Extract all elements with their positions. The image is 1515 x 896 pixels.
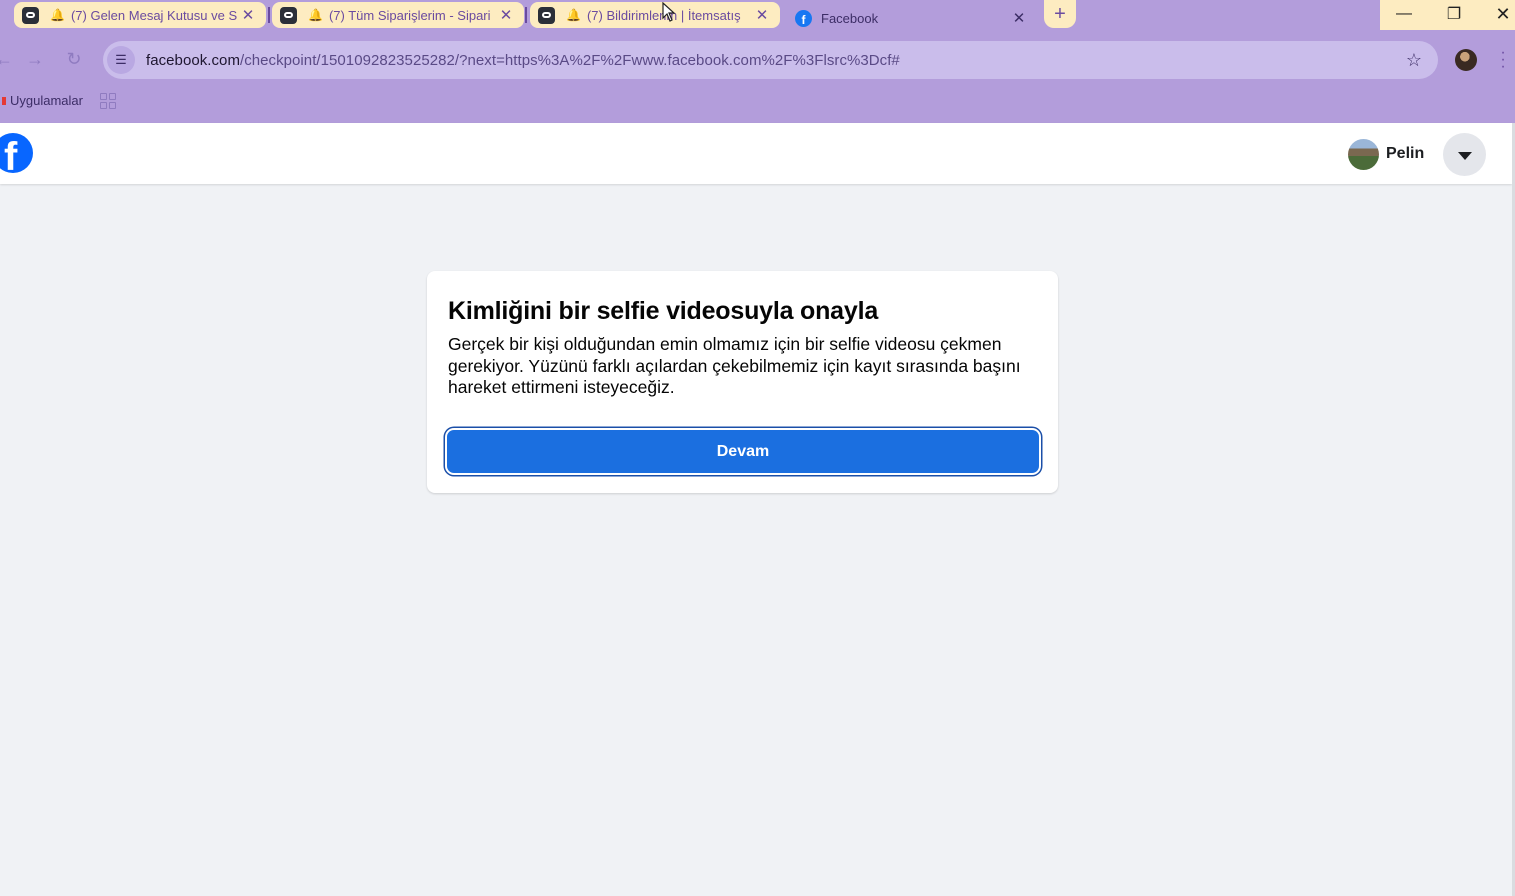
checkpoint-card: Kimliğini bir selfie videosuyla onayla G… [427, 271, 1058, 493]
tab-title: (7) Gelen Mesaj Kutusu ve S [70, 7, 238, 23]
url-text[interactable]: facebook.com/checkpoint/1501092823525282… [146, 52, 900, 69]
page-title: Kimliğini bir selfie videosuyla onayla [448, 297, 879, 325]
tab-separator [525, 7, 527, 23]
url-path: /checkpoint/1501092823525282/?next=https… [239, 51, 900, 69]
tab-notifications[interactable]: 🔔 (7) Bildirimlerim | İtemsatış ✕ [530, 2, 780, 28]
tab-inbox[interactable]: 🔔 (7) Gelen Mesaj Kutusu ve S ✕ [14, 2, 266, 28]
close-window-button[interactable]: ✕ [1483, 0, 1515, 28]
bookmark-apps[interactable]: Uygulamalar [2, 93, 83, 108]
profile-avatar[interactable] [1455, 49, 1477, 71]
facebook-favicon-icon: f [795, 9, 812, 27]
close-tab-icon[interactable]: ✕ [752, 6, 772, 24]
tab-facebook[interactable]: f Facebook ✕ [787, 1, 1037, 35]
itemsatis-favicon-icon [280, 6, 297, 24]
address-bar[interactable]: ☰ facebook.com/checkpoint/15010928235252… [103, 41, 1438, 79]
caret-down-icon [1457, 151, 1472, 160]
bell-icon: 🔔 [566, 8, 581, 22]
itemsatis-favicon-icon [22, 6, 39, 24]
close-tab-icon[interactable]: ✕ [1009, 9, 1029, 27]
user-name: Pelin [1386, 145, 1425, 162]
back-arrow-icon[interactable]: ← [0, 47, 16, 71]
restore-button[interactable]: ❐ [1434, 0, 1474, 28]
more-menu-icon[interactable]: · · · [1498, 45, 1508, 75]
bell-icon: 🔔 [308, 8, 323, 22]
apps-icon [2, 96, 6, 105]
url-host: facebook.com [146, 51, 240, 69]
card-description: Gerçek bir kişi olduğundan emin olmamız … [448, 334, 1021, 397]
reload-icon[interactable]: ↻ [62, 47, 86, 71]
browser-toolbar: ← → ↻ ☰ facebook.com/checkpoint/15010928… [0, 35, 1515, 85]
close-tab-icon[interactable]: ✕ [496, 6, 516, 24]
mouse-cursor-icon [662, 2, 676, 22]
facebook-logo-icon[interactable]: f [0, 133, 33, 173]
bookmarks-bar: Uygulamalar [0, 85, 1515, 123]
window-controls: — ❐ ✕ [1380, 0, 1515, 30]
facebook-header: f Pelin [0, 123, 1512, 184]
close-tab-icon[interactable]: ✕ [238, 6, 258, 24]
tab-strip: 🔔 (7) Gelen Mesaj Kutusu ve S ✕ 🔔 (7) Tü… [0, 0, 1515, 35]
bell-icon: 🔔 [50, 8, 65, 22]
forward-arrow-icon[interactable]: → [23, 47, 47, 71]
minimize-button[interactable]: — [1384, 0, 1424, 28]
site-info-icon[interactable]: ☰ [107, 46, 135, 74]
avatar [1348, 138, 1379, 170]
star-icon[interactable]: ☆ [1406, 50, 1422, 71]
tab-separator [268, 7, 270, 23]
continue-button[interactable]: Devam [447, 430, 1039, 473]
tab-orders[interactable]: 🔔 (7) Tüm Siparişlerim - Sipari ✕ [272, 2, 524, 28]
account-menu-button[interactable] [1443, 133, 1486, 176]
tab-title: Facebook [821, 10, 879, 26]
itemsatis-favicon-icon [538, 6, 555, 24]
user-profile-link[interactable]: Pelin [1348, 137, 1424, 171]
bookmark-label: Uygulamalar [10, 93, 83, 108]
tab-title: (7) Tüm Siparişlerim - Sipari [328, 7, 491, 23]
apps-grid-icon[interactable] [100, 93, 116, 109]
new-tab-button[interactable]: + [1044, 0, 1076, 28]
